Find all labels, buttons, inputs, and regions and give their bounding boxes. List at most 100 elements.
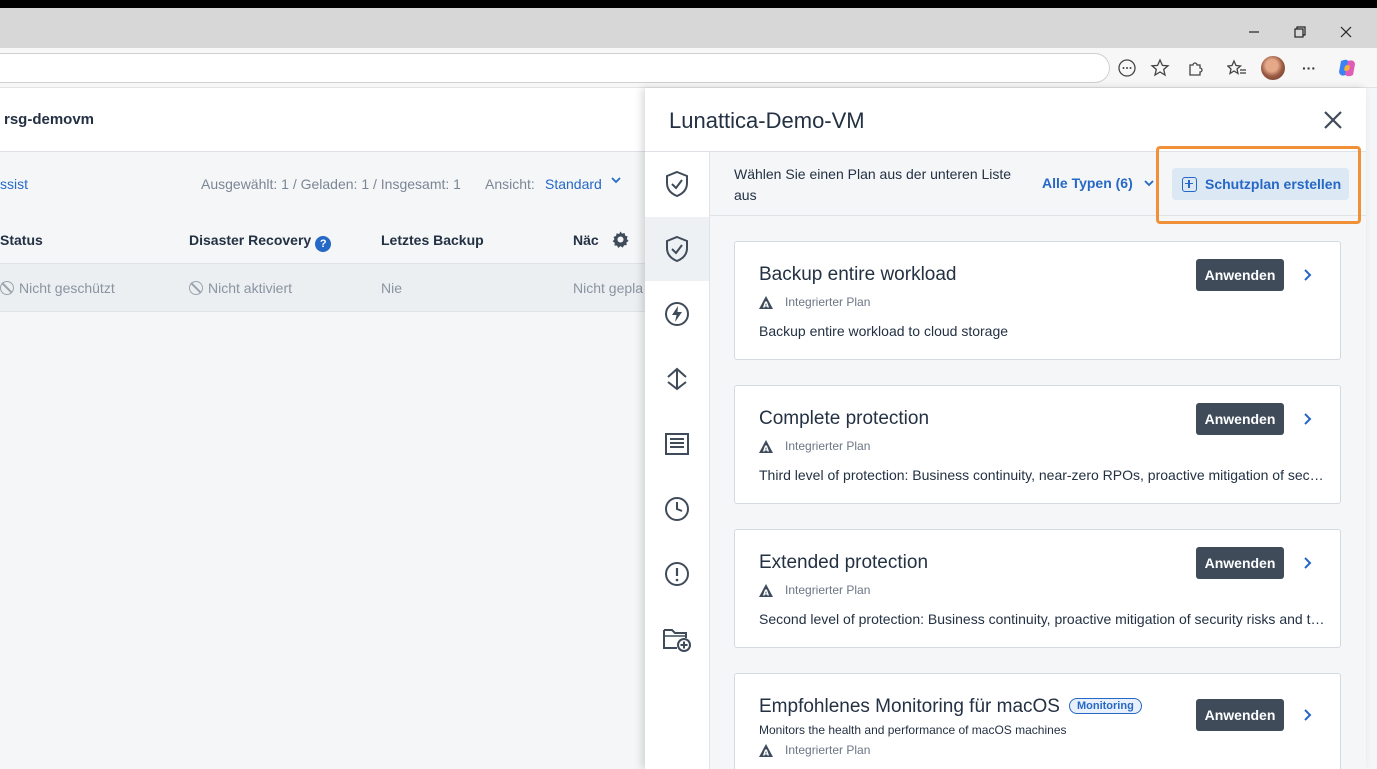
status-value: Nicht geschützt — [19, 280, 115, 296]
plan-subheader: Wählen Sie einen Plan aus der unteren Li… — [710, 152, 1366, 216]
rail-item-protection-overview[interactable] — [645, 152, 709, 216]
plan-card[interactable]: Extended protection A Integrierter Plan S… — [734, 529, 1341, 648]
close-window-button[interactable] — [1323, 18, 1369, 46]
plan-card[interactable]: Empfohlenes Monitoring für macOS Monitori… — [734, 673, 1341, 769]
chevron-right-icon[interactable] — [1302, 556, 1314, 570]
table-row[interactable]: Nicht geschützt Nicht aktiviert Nie Nich… — [0, 264, 660, 312]
favorite-star-icon[interactable] — [1148, 56, 1172, 80]
ban-icon — [0, 281, 14, 295]
plan-meta: A Integrierter Plan — [759, 743, 870, 757]
svg-text:A: A — [763, 300, 770, 309]
restore-icon — [1294, 26, 1306, 38]
minimize-icon — [1249, 31, 1259, 33]
plan-description: Third level of protection: Business cont… — [759, 467, 1325, 483]
column-status[interactable]: Status — [0, 232, 43, 248]
browser-title-bar — [0, 8, 1377, 48]
plan-meta: A Integrierter Plan — [759, 439, 870, 453]
disaster-recovery-cell: Nicht aktiviert — [189, 280, 292, 296]
create-protection-plan-button[interactable]: Schutzplan erstellen — [1172, 168, 1349, 200]
column-next[interactable]: Näc — [573, 232, 599, 248]
help-icon[interactable]: ? — [315, 236, 332, 252]
builtin-plan-icon: A — [759, 295, 773, 309]
chevron-right-icon[interactable] — [1302, 708, 1314, 722]
plan-card[interactable]: Complete protection A Integrierter Plan T… — [734, 385, 1341, 504]
apply-button[interactable]: Anwenden — [1196, 403, 1284, 435]
table-header: Status Disaster Recovery? Letztes Backup… — [0, 216, 660, 264]
last-backup-cell: Nie — [381, 280, 403, 296]
rail-item-history[interactable] — [645, 477, 709, 541]
chevron-down-icon — [1144, 180, 1154, 187]
create-button-label: Schutzplan erstellen — [1205, 176, 1342, 192]
close-icon[interactable] — [1321, 108, 1345, 132]
reader-icon[interactable] — [1115, 56, 1139, 80]
clock-icon — [665, 497, 689, 521]
monitoring-badge: Monitoring — [1068, 698, 1142, 714]
builtin-plan-icon: A — [759, 583, 773, 597]
plan-card[interactable]: Backup entire workload A Integrierter Pla… — [734, 241, 1341, 360]
plan-meta-label: Integrierter Plan — [785, 583, 871, 597]
plan-description: Backup entire workload to cloud storage — [759, 323, 1009, 339]
rail-item-add-folder[interactable] — [645, 607, 709, 671]
list-toolbar: ssist Ausgewählt: 1 / Geladen: 1 / Insge… — [0, 152, 660, 216]
close-icon — [1340, 26, 1352, 38]
panel-title: Lunattica-Demo-VM — [669, 108, 865, 133]
favorites-icon[interactable] — [1225, 56, 1249, 80]
plan-instructions: Wählen Sie einen Plan aus der unteren Li… — [734, 166, 1012, 203]
address-bar[interactable] — [0, 53, 1110, 83]
apply-button[interactable]: Anwenden — [1196, 547, 1284, 579]
plan-subtitle: Monitors the health and performance of m… — [759, 723, 1067, 737]
page-title: rsg-demovm — [4, 111, 95, 128]
rail-item-reports[interactable] — [645, 412, 709, 476]
plan-title: Complete protection — [759, 408, 930, 429]
column-last-backup[interactable]: Letztes Backup — [381, 232, 484, 248]
plan-title: Extended protection — [759, 552, 929, 573]
svg-text:A: A — [763, 748, 770, 757]
rail-item-alerts[interactable] — [645, 542, 709, 606]
document-icon — [665, 433, 689, 455]
shield-check-icon — [666, 170, 688, 198]
minimize-button[interactable] — [1231, 18, 1277, 46]
extensions-icon[interactable] — [1184, 56, 1208, 80]
plan-title-text: Empfohlenes Monitoring für macOS — [759, 696, 1060, 717]
panel-header: Lunattica-Demo-VM — [645, 88, 1366, 152]
column-disaster-recovery[interactable]: Disaster Recovery? — [189, 232, 332, 252]
types-filter-label: Alle Typen (6) — [1042, 175, 1133, 191]
plan-panel: Lunattica-Demo-VM Wählen Sie einen Plan … — [645, 88, 1366, 769]
types-filter[interactable]: Alle Typen (6) — [1042, 175, 1155, 191]
view-label: Ansicht: — [485, 176, 535, 192]
restore-button[interactable] — [1277, 18, 1323, 46]
gear-icon[interactable] — [611, 230, 630, 249]
column-label: Disaster Recovery — [189, 232, 312, 248]
next-cell: Nicht gepla — [573, 280, 644, 296]
svg-text:A: A — [763, 588, 770, 597]
plan-title: Backup entire workload — [759, 264, 957, 285]
svg-text:A: A — [763, 444, 770, 453]
recovery-icon — [667, 367, 687, 391]
apply-button[interactable]: Anwenden — [1196, 699, 1284, 731]
folder-add-icon — [663, 629, 691, 652]
assist-link[interactable]: ssist — [0, 176, 28, 192]
rail-item-recovery[interactable] — [645, 347, 709, 411]
more-icon: ··· — [1302, 60, 1316, 76]
rail-item-active-protection[interactable] — [645, 282, 709, 346]
chevron-right-icon[interactable] — [1302, 412, 1314, 426]
plan-meta-label: Integrierter Plan — [785, 743, 871, 757]
rail-item-protection-plans[interactable] — [645, 217, 709, 281]
copilot-icon[interactable] — [1335, 56, 1359, 80]
apply-button[interactable]: Anwenden — [1196, 259, 1284, 291]
ban-icon — [189, 281, 203, 295]
builtin-plan-icon: A — [759, 439, 773, 453]
panel-rail — [645, 152, 710, 769]
chevron-right-icon[interactable] — [1302, 268, 1314, 282]
plan-meta: A Integrierter Plan — [759, 295, 870, 309]
plan-title: Empfohlenes Monitoring für macOS Monitori… — [759, 696, 1142, 718]
shield-check-icon — [666, 235, 688, 263]
plan-meta-label: Integrierter Plan — [785, 295, 871, 309]
plan-description: Second level of protection: Business con… — [759, 611, 1325, 627]
more-button[interactable]: ··· — [1297, 56, 1321, 80]
chevron-down-icon[interactable] — [610, 174, 622, 186]
status-cell: Nicht geschützt — [0, 280, 115, 296]
profile-avatar[interactable] — [1261, 56, 1285, 80]
view-select[interactable]: Standard — [545, 176, 602, 192]
plan-meta: A Integrierter Plan — [759, 583, 870, 597]
